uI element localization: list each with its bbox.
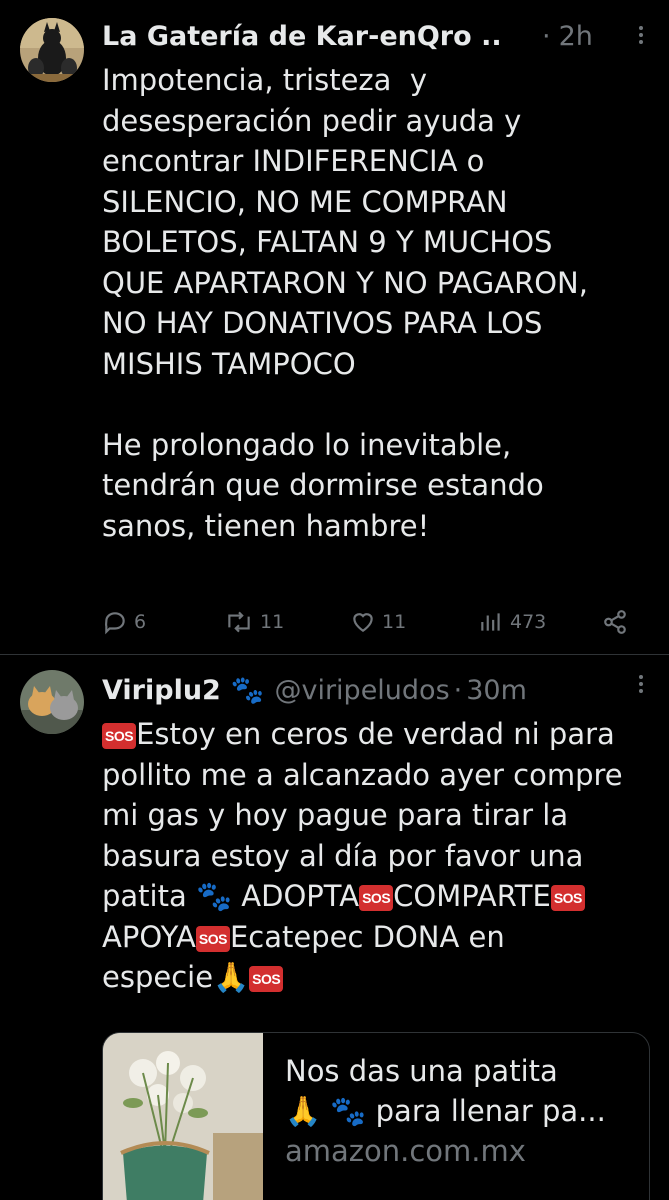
more-icon[interactable] — [637, 26, 645, 44]
reply-button[interactable]: 6 — [102, 604, 146, 640]
text-line: basura estoy al día por favor una — [102, 838, 584, 873]
text-line: mi gas y hoy pague para tirar la — [102, 798, 569, 832]
card-domain: amazon.com.mx — [285, 1134, 526, 1168]
repost-count: 11 — [260, 611, 285, 633]
tweet-actions: 6 11 11 473 — [102, 604, 649, 640]
text-line: ADOPTA — [232, 879, 360, 913]
pray-emoji: 🙏 — [213, 960, 250, 994]
timestamp[interactable]: 2h — [559, 21, 593, 52]
separator-dot: · — [542, 20, 551, 52]
text-line: Ecatepec DONA en — [229, 919, 505, 954]
reply-count: 6 — [134, 611, 147, 633]
like-count: 11 — [382, 611, 407, 633]
timestamp[interactable]: 30m — [466, 675, 527, 706]
text-line: especie — [102, 960, 214, 994]
text-line: pollito me a alcanzado ayer compre — [102, 757, 623, 792]
views-icon — [481, 613, 500, 631]
card-text: Nos das una patita 🙏 🐾 para llenar pa...… — [285, 1051, 639, 1171]
views-button[interactable]: 473 — [478, 604, 546, 640]
card-title: Nos das una patita 🙏 🐾 para llenar pa... — [285, 1054, 606, 1128]
text-line: COMPARTE — [393, 879, 551, 913]
text-line: APOYA — [102, 919, 196, 954]
sos-emoji: SOS — [359, 885, 394, 911]
text-line: Estoy en ceros de verdad ni para — [136, 717, 615, 751]
separator-dot: · — [453, 674, 463, 706]
tweet-2-text: SOS Estoy en ceros de verdad ni para poll… — [102, 714, 651, 998]
share-button[interactable] — [602, 604, 628, 640]
sos-emoji: SOS — [102, 723, 137, 749]
paw-emoji: 🐾 — [230, 675, 265, 706]
display-name[interactable]: Viriplu2 — [102, 675, 221, 706]
tweet-1[interactable]: La Gatería de Kar-enQro ... · 2h Impoten… — [0, 0, 669, 655]
display-name[interactable]: La Gatería de Kar-enQro ... — [102, 21, 502, 52]
link-card[interactable]: Nos das una patita 🙏 🐾 para llenar pa...… — [102, 1032, 650, 1200]
tweet-text: Impotencia, tristeza y desesperación ped… — [102, 63, 588, 543]
repost-icon — [228, 611, 250, 633]
sos-emoji: SOS — [249, 966, 284, 992]
sos-emoji: SOS — [195, 925, 230, 952]
paw-emoji: 🐾 — [195, 879, 233, 913]
avatar-la-gateria[interactable] — [20, 18, 84, 82]
card-thumbnail — [103, 1033, 263, 1200]
more-icon[interactable] — [637, 675, 645, 693]
tweet-header: Viriplu2 🐾 @viripeludos · 30m — [102, 670, 649, 710]
tweet-header: La Gatería de Kar-enQro ... · 2h — [102, 16, 649, 56]
reply-icon — [104, 612, 125, 635]
heart-icon — [353, 613, 373, 632]
avatar-viriplu2[interactable] — [20, 670, 84, 734]
like-button[interactable]: 11 — [350, 604, 406, 640]
text-line: patita — [102, 879, 196, 913]
repost-button[interactable]: 11 — [224, 604, 284, 640]
sos-emoji: SOS — [550, 885, 585, 911]
handle[interactable]: @viripeludos — [274, 675, 449, 706]
share-icon — [604, 610, 626, 634]
views-count: 473 — [510, 611, 547, 633]
